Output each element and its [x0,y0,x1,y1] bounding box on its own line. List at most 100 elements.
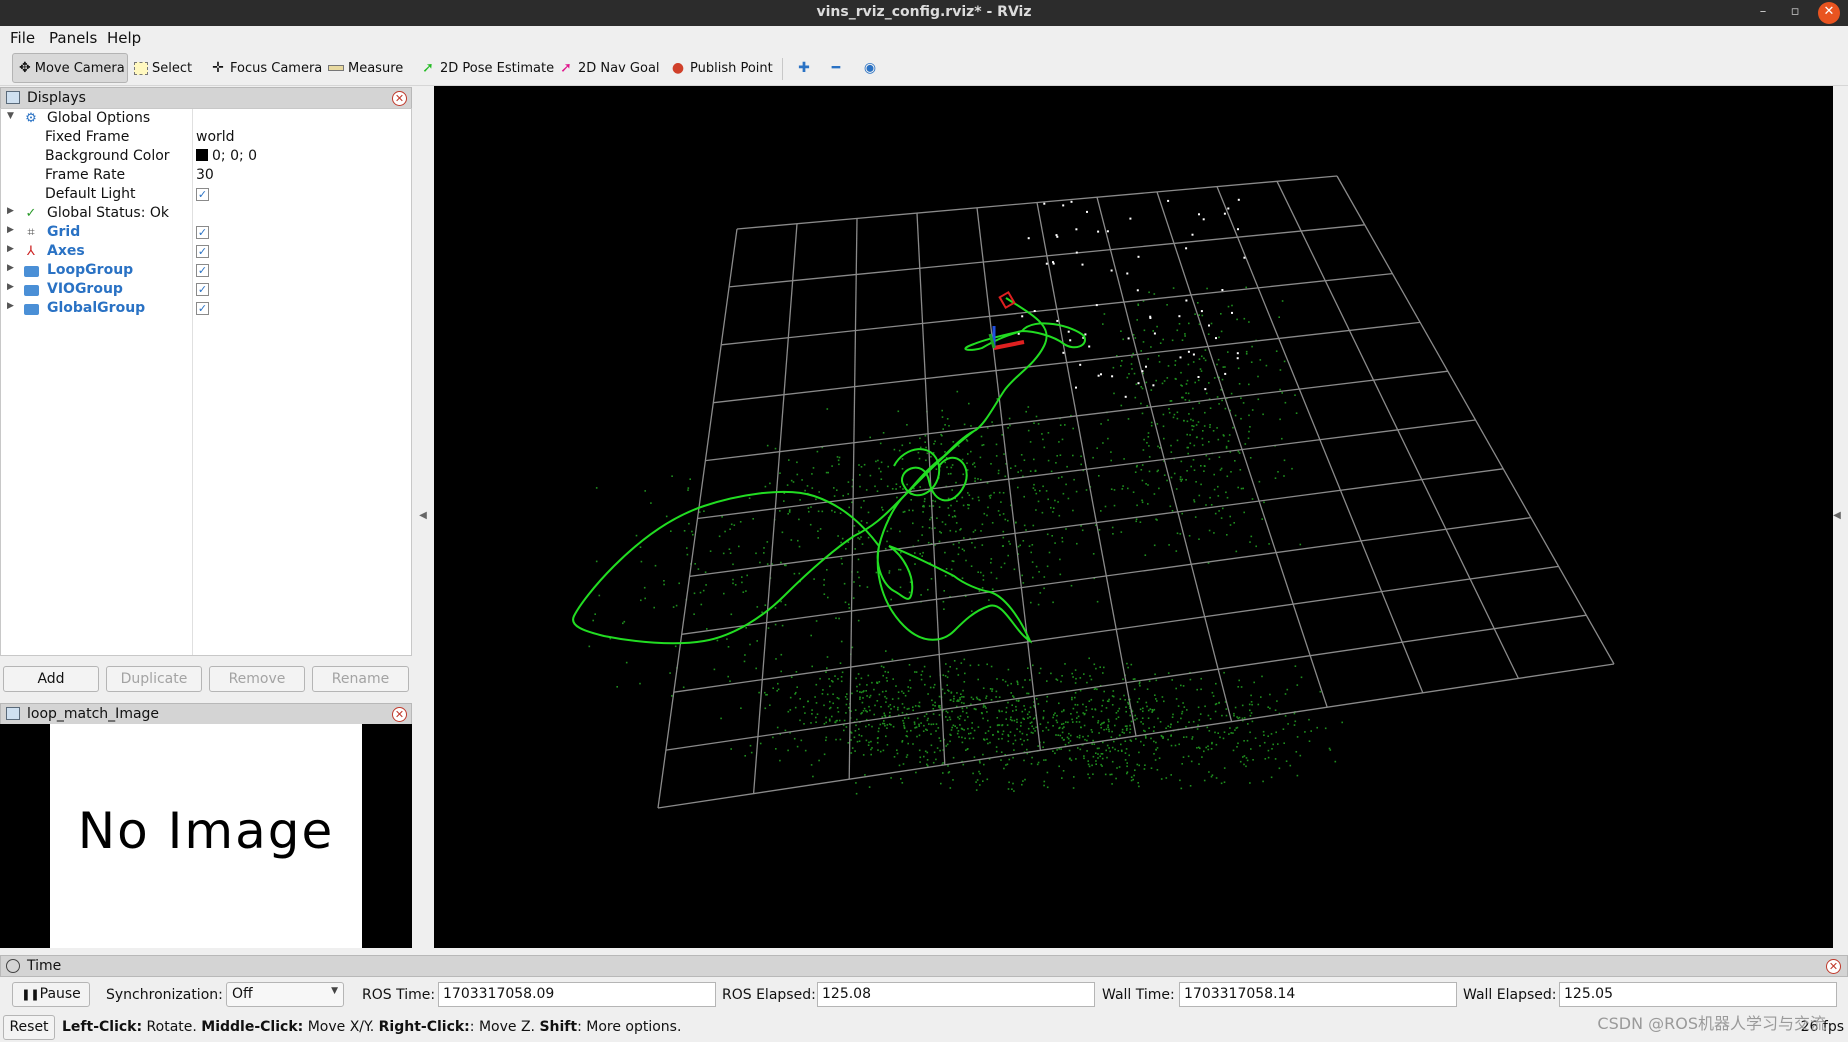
cloud-point [871,725,873,728]
time-panel-close-button[interactable]: ✕ [1826,959,1841,974]
background-color-value[interactable]: 0; 0; 0 [196,148,257,164]
sync-select[interactable]: Off ▼ [226,982,344,1007]
cloud-point [1115,718,1118,720]
move-camera-tool[interactable]: ✥ Move Camera [12,53,128,83]
tree-row-axes[interactable]: ▶ ⅄ Axes ✓ [1,243,411,262]
frame-rate-value[interactable]: 30 [196,167,214,183]
measure-tool[interactable]: Measure [322,53,409,83]
default-light-checkbox[interactable]: ✓ [196,188,209,201]
ros-elapsed-field[interactable]: 125.08 [817,982,1095,1007]
cloud-point [957,730,960,732]
focus-camera-tool[interactable]: ✛ Focus Camera [204,53,328,83]
collapsed-arrow-icon[interactable]: ▶ [7,244,14,254]
tree-row-loopgroup[interactable]: ▶ LoopGroup ✓ [1,262,411,281]
cloud-point [1174,364,1176,366]
cloud-point [1236,318,1238,321]
landmark-point [1086,210,1088,213]
cloud-point [897,697,900,700]
cloud-point [927,717,929,720]
duplicate-button[interactable]: Duplicate [106,666,202,692]
tree-row-default-light[interactable]: Default Light ✓ [1,186,411,205]
nav-goal-tool[interactable]: ➚ 2D Nav Goal [552,53,666,83]
cloud-point [948,716,951,719]
fixed-frame-value[interactable]: world [196,129,235,145]
cloud-point [1258,480,1261,483]
cloud-point [1181,396,1183,399]
cloud-point [1241,704,1244,707]
cloud-point [1013,790,1015,792]
cloud-point [1002,730,1005,733]
viogroup-checkbox[interactable]: ✓ [196,283,209,296]
collapsed-arrow-icon[interactable]: ▶ [7,225,14,235]
cloud-point [1210,322,1213,325]
view-options-button[interactable]: ◉ [856,53,884,83]
tree-row-global-status[interactable]: ▶ ✓ Global Status: Ok [1,205,411,224]
cloud-point [1176,329,1179,332]
cloud-point [1191,736,1194,738]
cloud-point [952,756,955,759]
tree-row-globalgroup[interactable]: ▶ GlobalGroup ✓ [1,300,411,319]
pause-button[interactable]: ❚❚Pause [12,982,90,1007]
cloud-point [903,510,906,513]
cloud-point [888,570,891,572]
grid-checkbox[interactable]: ✓ [196,226,209,239]
add-tool-button[interactable]: ✚ [790,53,818,83]
image-panel-close-button[interactable]: ✕ [392,707,407,722]
collapsed-arrow-icon[interactable]: ▶ [7,301,14,311]
collapsed-arrow-icon[interactable]: ▶ [7,263,14,273]
cloud-point [1122,678,1124,681]
tree-row-background-color[interactable]: Background Color 0; 0; 0 [1,148,411,167]
menu-help[interactable]: Help [107,29,141,47]
cloud-point [794,693,796,695]
cloud-point [639,682,641,685]
expand-arrow-icon[interactable]: ▼ [7,111,14,121]
left-splitter[interactable]: ◀ [412,86,434,948]
cloud-point [1064,424,1066,426]
globalgroup-label: GlobalGroup [47,300,146,316]
cloud-point [759,561,761,564]
remove-tool-button[interactable]: ━ [822,53,850,83]
tree-row-frame-rate[interactable]: Frame Rate 30 [1,167,411,186]
cloud-point [836,697,839,699]
pose-estimate-tool[interactable]: ➚ 2D Pose Estimate [414,53,560,83]
cloud-point [892,725,895,728]
3d-render-viewport[interactable] [434,86,1833,948]
rename-button[interactable]: Rename [312,666,409,692]
cloud-point [988,599,990,601]
close-window-button[interactable]: ✕ [1818,2,1840,24]
wall-time-field[interactable]: 1703317058.14 [1179,982,1457,1007]
publish-point-tool[interactable]: ● Publish Point [664,53,779,83]
displays-close-button[interactable]: ✕ [392,91,407,106]
add-button[interactable]: Add [3,666,99,692]
cloud-point [1141,717,1144,719]
menu-file[interactable]: File [10,29,35,47]
cloud-point [1091,731,1093,733]
wall-elapsed-field[interactable]: 125.05 [1559,982,1837,1007]
cloud-point [1033,422,1035,424]
axes-checkbox[interactable]: ✓ [196,245,209,258]
cloud-point [1054,542,1056,544]
reset-button[interactable]: Reset [3,1015,55,1040]
tree-row-grid[interactable]: ▶ ⌗ Grid ✓ [1,224,411,243]
globalgroup-checkbox[interactable]: ✓ [196,302,209,315]
menu-panels[interactable]: Panels [49,29,97,47]
select-tool[interactable]: Select [128,53,198,83]
cloud-point [1294,665,1297,667]
collapsed-arrow-icon[interactable]: ▶ [7,282,14,292]
loopgroup-checkbox[interactable]: ✓ [196,264,209,277]
ros-time-field[interactable]: 1703317058.09 [438,982,716,1007]
tree-row-fixed-frame[interactable]: Fixed Frame world [1,129,411,148]
collapsed-arrow-icon[interactable]: ▶ [7,206,14,216]
minimize-button[interactable]: – [1752,2,1774,24]
maximize-button[interactable]: ▫ [1784,2,1806,24]
remove-button[interactable]: Remove [209,666,305,692]
cloud-point [1179,533,1182,535]
tree-row-global-options[interactable]: ▼ ⚙ Global Options [1,110,411,129]
cloud-point [706,628,708,630]
cloud-point [1026,748,1028,751]
cloud-point [886,530,889,533]
tree-row-viogroup[interactable]: ▶ VIOGroup ✓ [1,281,411,300]
cloud-point [961,496,964,499]
cloud-point [986,663,988,666]
collapse-left-icon[interactable]: ◀ [412,510,434,521]
